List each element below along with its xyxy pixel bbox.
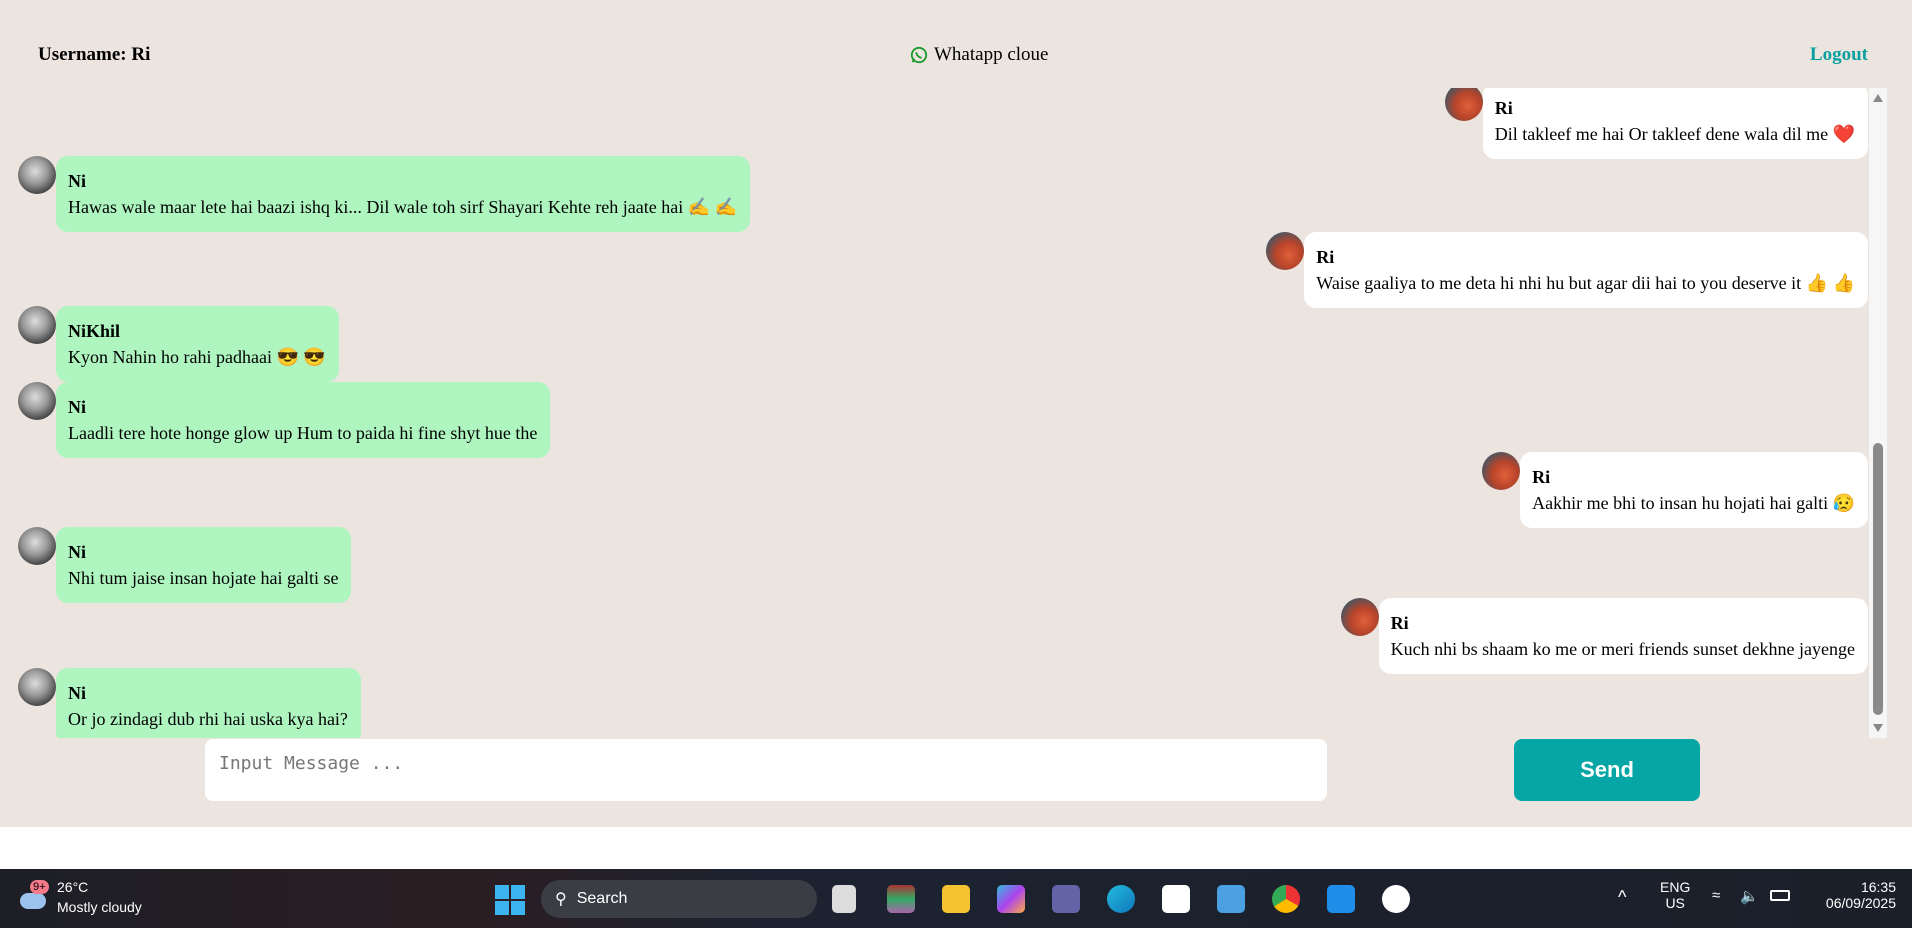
- sender-name: Ri: [1494, 98, 1513, 118]
- whatsapp-icon: [910, 46, 928, 64]
- message-incoming: Ni Hawas wale maar lete hai baazi ishq ki…: [18, 156, 751, 232]
- sender-name: Ni: [68, 397, 86, 417]
- sender-name: Ni: [68, 683, 86, 703]
- weather-icon[interactable]: 9+: [16, 880, 50, 913]
- message-outgoing: Ri Kuch nhi bs shaam ko me or meri friend…: [1340, 598, 1868, 674]
- sender-name: Ri: [1390, 613, 1409, 633]
- sender-name: Ni: [68, 542, 86, 562]
- scroll-down-arrow-icon[interactable]: [1873, 724, 1883, 732]
- avatar: [18, 156, 56, 194]
- region: US: [1665, 895, 1685, 911]
- volume-icon[interactable]: 🔈: [1740, 887, 1759, 905]
- vscode-icon[interactable]: [1327, 885, 1355, 913]
- scroll-up-arrow-icon[interactable]: [1873, 94, 1883, 102]
- wifi-icon[interactable]: ≈: [1712, 887, 1720, 904]
- brand: Whatapp cloue: [910, 44, 1048, 66]
- teams-icon[interactable]: [1052, 885, 1080, 913]
- message-incoming: Ni Or jo zindagi dub rhi hai uska kya hai…: [18, 668, 361, 738]
- windows-start-icon[interactable]: [495, 885, 525, 915]
- winrar-icon[interactable]: [887, 885, 915, 913]
- message-bubble: Ri Waise gaaliya to me deta hi nhi hu but…: [1304, 232, 1868, 308]
- message-text: Aakhir me bhi to insan hu hojati hai gal…: [1532, 493, 1855, 513]
- time: 16:35: [1860, 879, 1896, 895]
- message-text: Hawas wale maar lete hai baazi ishq ki..…: [68, 197, 738, 217]
- message-incoming: NiKhil Kyon Nahin ho rahi padhaai 😎 😎: [18, 306, 339, 382]
- sender-name: NiKhil: [68, 321, 121, 341]
- message-bubble: Ri Dil takleef me hai Or takleef dene wal…: [1482, 88, 1868, 159]
- store-icon[interactable]: [1162, 885, 1190, 913]
- page-bottom: [0, 827, 1912, 869]
- task-view-icon[interactable]: [832, 885, 856, 913]
- mongodb-compass-icon[interactable]: [1382, 885, 1410, 913]
- message-text: Kyon Nahin ho rahi padhaai 😎 😎: [68, 347, 326, 367]
- message-text: Waise gaaliya to me deta hi nhi hu but a…: [1316, 273, 1855, 293]
- message-bubble: Ni Hawas wale maar lete hai baazi ishq ki…: [56, 156, 751, 232]
- avatar: [18, 306, 56, 344]
- message-incoming: Ni Nhi tum jaise insan hojate hai galti s…: [18, 527, 352, 603]
- avatar: [1482, 452, 1521, 490]
- clock[interactable]: 16:35 06/09/2025: [1826, 879, 1896, 911]
- scrollbar-thumb[interactable]: [1873, 443, 1883, 715]
- logout-link[interactable]: Logout: [1810, 44, 1868, 66]
- weather-badge: 9+: [30, 880, 49, 894]
- message-outgoing: Ri Aakhir me bhi to insan hu hojati hai g…: [1482, 452, 1868, 528]
- avatar: [1266, 232, 1305, 270]
- lang: ENG: [1660, 879, 1691, 895]
- copilot-icon[interactable]: [997, 885, 1025, 913]
- avatar: [18, 527, 56, 565]
- battery-icon[interactable]: [1770, 890, 1790, 901]
- message-bubble: Ri Kuch nhi bs shaam ko me or meri friend…: [1378, 598, 1868, 674]
- message-bubble: Ri Aakhir me bhi to insan hu hojati hai g…: [1520, 452, 1868, 528]
- avatar: [18, 382, 56, 420]
- message-bubble: Ni Or jo zindagi dub rhi hai uska kya hai…: [56, 668, 361, 738]
- language-indicator[interactable]: ENG US: [1660, 879, 1690, 911]
- message-bubble: NiKhil Kyon Nahin ho rahi padhaai 😎 😎: [56, 306, 339, 382]
- message-input[interactable]: [205, 739, 1327, 801]
- search-icon: ⚲: [555, 891, 567, 908]
- date: 06/09/2025: [1825, 895, 1896, 911]
- message-bubble: Ni Laadli tere hote honge glow up Hum to …: [56, 382, 551, 458]
- message-outgoing: Ri Dil takleef me hai Or takleef dene wal…: [1444, 88, 1868, 159]
- taskbar: 9+ 26°C Mostly cloudy ⚲ Search ^ ENG US ≈ …: [0, 869, 1912, 928]
- sender-name: Ni: [68, 171, 86, 191]
- message-text: Laadli tere hote honge glow up Hum to pa…: [68, 423, 538, 443]
- chrome-icon[interactable]: [1272, 885, 1300, 913]
- chat-scrollbar[interactable]: [1869, 88, 1887, 738]
- photos-icon[interactable]: [1217, 885, 1245, 913]
- avatar: [1340, 598, 1379, 636]
- username-label: Username: Ri: [38, 44, 151, 65]
- weather-text: Mostly cloudy: [57, 899, 142, 915]
- brand-title: Whatapp cloue: [934, 44, 1049, 65]
- message-incoming: Ni Laadli tere hote honge glow up Hum to …: [18, 382, 551, 458]
- sender-name: Ri: [1532, 467, 1551, 487]
- chevron-up-icon[interactable]: ^: [1618, 887, 1626, 908]
- avatar: [18, 668, 56, 706]
- message-text: Or jo zindagi dub rhi hai uska kya hai?: [68, 709, 348, 729]
- message-text: Nhi tum jaise insan hojate hai galti se: [68, 568, 339, 588]
- message-bubble: Ni Nhi tum jaise insan hojate hai galti s…: [56, 527, 352, 603]
- taskbar-search[interactable]: ⚲ Search: [541, 880, 817, 918]
- search-label: Search: [576, 890, 628, 907]
- sender-name: Ri: [1316, 247, 1335, 267]
- temperature: 26°C: [57, 879, 89, 895]
- file-explorer-icon[interactable]: [942, 885, 970, 913]
- chat-messages: Ri Dil takleef me hai Or takleef dene wal…: [0, 88, 1887, 738]
- message-outgoing: Ri Waise gaaliya to me deta hi nhi hu but…: [1266, 232, 1868, 308]
- avatar: [1444, 88, 1483, 121]
- edge-icon[interactable]: [1107, 885, 1135, 913]
- send-button[interactable]: Send: [1514, 739, 1700, 801]
- message-text: Kuch nhi bs shaam ko me or meri friends …: [1390, 639, 1855, 659]
- message-text: Dil takleef me hai Or takleef dene wala …: [1494, 124, 1855, 144]
